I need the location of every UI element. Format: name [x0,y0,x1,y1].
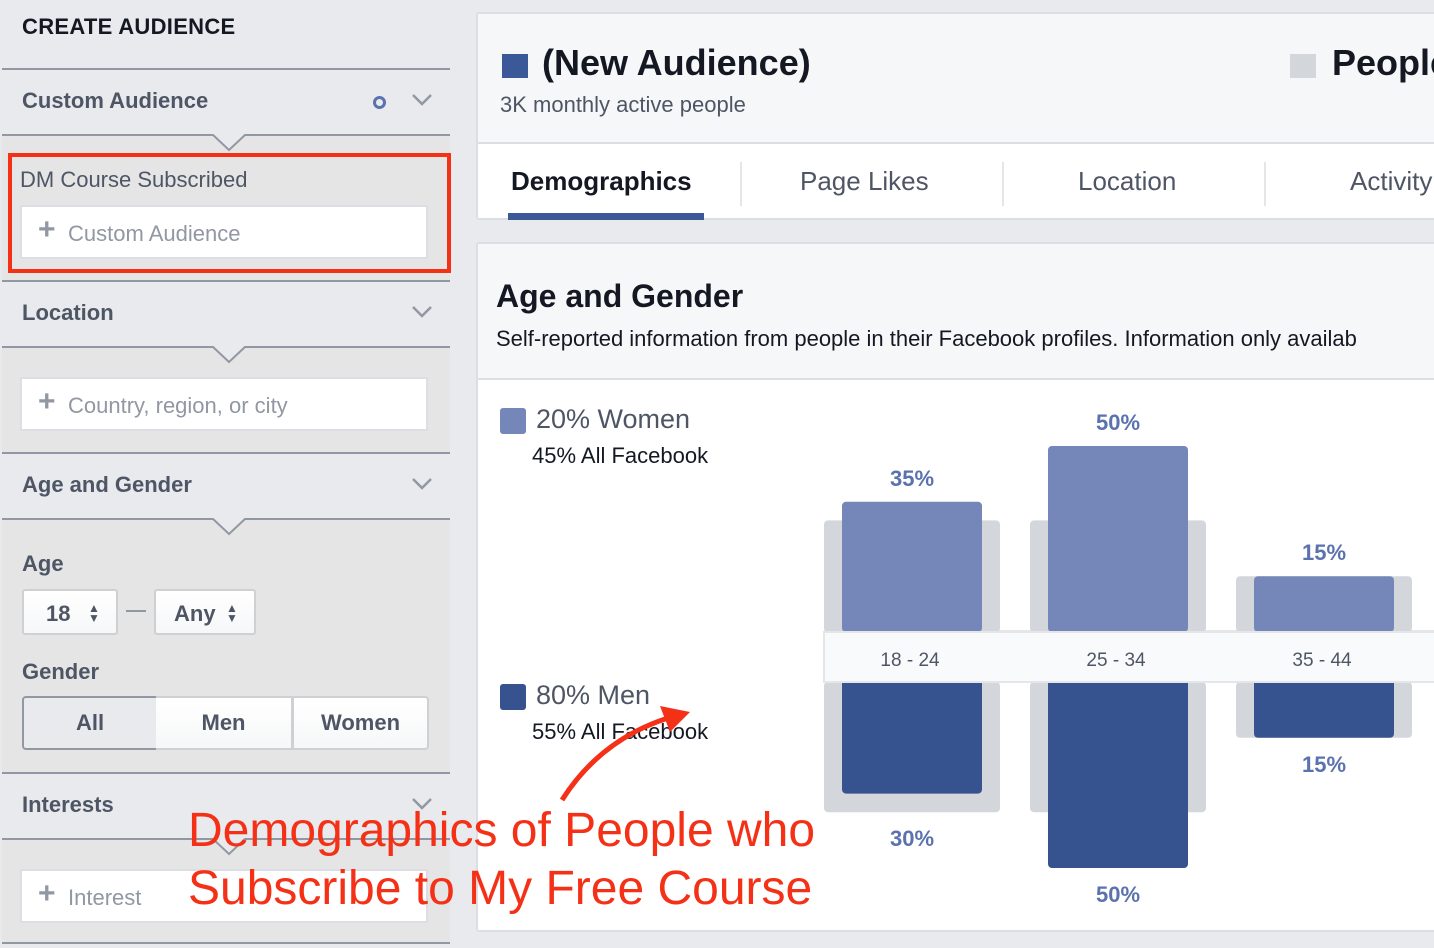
age-min-value: 18 [46,601,71,626]
notch-pointer [212,134,246,152]
section-label: Location [22,300,114,325]
audience-color-swatch [502,54,528,78]
men-bar [1254,678,1394,738]
audience-size: 3K monthly active people [500,92,746,117]
tab-separator [1002,162,1004,206]
women-value-label: 15% [1302,540,1346,565]
age-max-value: Any [174,601,216,626]
active-tab-indicator [508,213,704,220]
location-placeholder: Country, region, or city [68,393,288,418]
highlight-box [8,153,451,273]
age-category-label: 18 - 24 [880,650,940,671]
tab-location[interactable]: Location [1078,166,1176,197]
women-bar [842,501,982,632]
section-label: Custom Audience [22,88,209,113]
sidebar-title: CREATE AUDIENCE [22,14,236,39]
tab-page-likes[interactable]: Page Likes [800,166,929,197]
notch-pointer [212,518,246,536]
sort-arrows-icon: ▲ ▼ [88,601,100,625]
men-value-label: 15% [1302,752,1346,777]
active-indicator-icon [373,96,386,109]
gender-label: Gender [22,659,100,684]
audience-header-card: (New Audience) 3K monthly active people … [476,12,1434,220]
audience-name: (New Audience) [542,42,811,83]
tab-activity[interactable]: Activity [1350,166,1432,197]
women-bar [1048,446,1188,632]
women-bar [1254,576,1394,632]
age-label: Age [22,551,64,576]
plus-icon: + [38,877,56,910]
men-bar [1048,678,1188,868]
range-separator [126,610,146,612]
section-label: Interests [22,792,114,817]
comparison-color-swatch [1290,54,1316,78]
tab-separator [740,162,742,206]
chevron-down-icon[interactable] [412,306,432,318]
notch-pointer [212,346,246,364]
plus-icon: + [38,385,56,418]
annotation-line-2: Subscribe to My Free Course [188,862,813,915]
tab-separator [1264,162,1266,206]
chevron-down-icon[interactable] [412,478,432,490]
annotation-line-1: Demographics of People who [188,804,816,857]
interest-placeholder: Interest [68,885,142,910]
age-category-label: 35 - 44 [1292,650,1352,671]
men-bar [842,678,982,794]
comparison-name: People [1332,42,1434,83]
gender-all-button[interactable]: All [22,696,158,750]
tab-demographics[interactable]: Demographics [511,166,692,197]
location-input[interactable]: + Country, region, or city [20,377,428,431]
sort-arrows-icon: ▲ ▼ [226,601,238,625]
section-header-age-gender[interactable]: Age and Gender [2,452,450,518]
section-header-location[interactable]: Location [2,280,450,346]
annotation-text: Demographics of People who Subscribe to … [188,802,815,918]
women-value-label: 50% [1096,410,1140,435]
age-max-select[interactable]: Any ▲ ▼ [154,589,256,635]
chevron-down-icon[interactable] [412,94,432,106]
men-value-label: 30% [890,826,934,851]
gender-women-button[interactable]: Women [292,696,429,750]
women-value-label: 35% [890,466,934,491]
audience-summary: (New Audience) 3K monthly active people … [478,14,1434,144]
section-header-custom-audience[interactable]: Custom Audience [2,68,450,134]
gender-men-button[interactable]: Men [156,696,293,750]
section-label: Age and Gender [22,472,192,497]
men-value-label: 50% [1096,882,1140,907]
age-category-label: 25 - 34 [1086,650,1146,671]
age-min-select[interactable]: 18 ▲ ▼ [22,589,118,635]
